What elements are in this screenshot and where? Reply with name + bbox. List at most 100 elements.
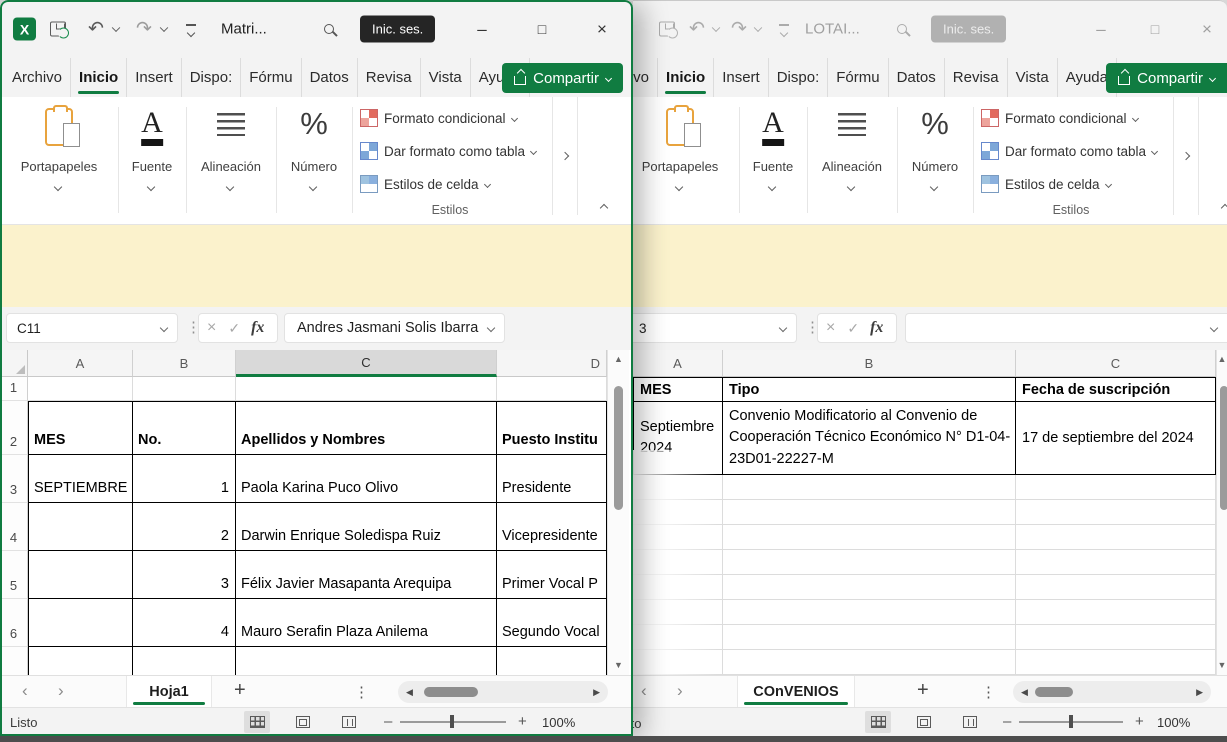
name-box-chevron-icon[interactable]: [160, 324, 168, 332]
quick-access-toolbar-icon[interactable]: [779, 24, 789, 34]
enter-icon[interactable]: ✓: [228, 320, 240, 337]
cell-mes-value[interactable]: Septiembre 2024: [633, 402, 723, 475]
cell-b4[interactable]: 2: [133, 503, 236, 551]
row-header-4[interactable]: 4: [0, 503, 28, 551]
cell-b2[interactable]: No.: [133, 401, 236, 455]
redo-chevron-icon[interactable]: [160, 24, 168, 32]
conditional-formatting-button[interactable]: Formato condicional: [360, 103, 542, 133]
group-portapapeles[interactable]: Portapapeles: [633, 97, 739, 225]
conditional-formatting-button[interactable]: Formato condicional: [981, 103, 1163, 133]
enter-icon[interactable]: ✓: [847, 320, 859, 337]
cell-b3[interactable]: 1: [133, 455, 236, 503]
group-alineacion[interactable]: Alineación: [807, 97, 897, 225]
cell-c6[interactable]: Mauro Serafin Plaza Anilema: [236, 599, 497, 647]
page-layout-view-button[interactable]: [290, 711, 316, 733]
cell-a2[interactable]: MES: [28, 401, 133, 455]
tab-vista[interactable]: Vista: [421, 58, 471, 97]
close-button[interactable]: ×: [1191, 21, 1223, 38]
cell-a1[interactable]: [28, 377, 133, 401]
normal-view-button[interactable]: [244, 711, 270, 733]
quick-access-toolbar-icon[interactable]: [186, 24, 196, 34]
sheet-tab-hoja1[interactable]: Hoja1: [126, 676, 212, 707]
chevron-down-icon[interactable]: [147, 183, 155, 191]
vertical-scrollbar[interactable]: ▲ ▼: [607, 350, 629, 675]
cell-a3[interactable]: SEPTIEMBRE: [28, 455, 133, 503]
sheet-next-icon[interactable]: ›: [677, 681, 683, 701]
undo-chevron-icon[interactable]: [112, 24, 120, 32]
cell-a6[interactable]: [28, 599, 133, 647]
column-header-b[interactable]: B: [133, 350, 236, 377]
vertical-scrollbar[interactable]: ▲ ▼: [1216, 350, 1227, 675]
group-numero[interactable]: % Número: [276, 97, 352, 225]
hscroll-right-icon[interactable]: ▶: [1196, 687, 1203, 698]
hscroll-left-icon[interactable]: ◀: [406, 687, 413, 698]
sheet-next-icon[interactable]: ›: [58, 681, 64, 701]
redo-chevron-icon[interactable]: [754, 24, 762, 32]
group-numero[interactable]: % Número: [897, 97, 973, 225]
zoom-level[interactable]: 100%: [542, 715, 575, 730]
cell-c7[interactable]: [236, 647, 497, 675]
cell-tipo-header[interactable]: Tipo: [723, 377, 1016, 402]
undo-icon[interactable]: ↶: [88, 20, 104, 39]
cell-fecha-header[interactable]: Fecha de suscripción: [1016, 377, 1216, 402]
group-fuente[interactable]: A Fuente: [739, 97, 807, 225]
cell-styles-button[interactable]: Estilos de celda: [981, 169, 1163, 199]
cell-mes-header[interactable]: MES: [633, 377, 723, 402]
zoom-level[interactable]: 100%: [1157, 715, 1190, 730]
cell-b5[interactable]: 3: [133, 551, 236, 599]
cell-d5[interactable]: Primer Vocal P: [497, 551, 607, 599]
hscroll-left-icon[interactable]: ◀: [1021, 687, 1028, 698]
hscroll-right-icon[interactable]: ▶: [593, 687, 600, 698]
name-box-chevron-icon[interactable]: [779, 324, 787, 332]
insert-function-icon[interactable]: fx: [870, 319, 883, 337]
share-button[interactable]: Compartir: [502, 63, 623, 93]
cell-c4[interactable]: Darwin Enrique Soledispa Ruiz: [236, 503, 497, 551]
chevron-down-icon[interactable]: [930, 183, 938, 191]
minimize-button[interactable]: –: [1085, 21, 1117, 38]
save-icon[interactable]: [659, 22, 675, 37]
cell-c2[interactable]: Apellidos y Nombres: [236, 401, 497, 455]
cell-d3[interactable]: Presidente: [497, 455, 607, 503]
close-button[interactable]: ×: [586, 21, 618, 38]
zoom-out-button[interactable]: –: [384, 714, 392, 729]
page-break-view-button[interactable]: [336, 711, 362, 733]
ribbon-collapse-button[interactable]: [1215, 199, 1227, 217]
format-as-table-button[interactable]: Dar formato como tabla: [360, 136, 542, 166]
vscroll-down-icon[interactable]: ▼: [1217, 661, 1227, 670]
redo-icon[interactable]: ↷: [731, 20, 747, 39]
tab-datos[interactable]: Datos: [302, 58, 358, 97]
row-header-3[interactable]: 3: [0, 455, 28, 503]
zoom-slider-handle[interactable]: [1069, 715, 1073, 728]
cell-b1[interactable]: [133, 377, 236, 401]
page-break-view-button[interactable]: [957, 711, 983, 733]
chevron-down-icon[interactable]: [675, 183, 683, 191]
share-button[interactable]: Compartir: [1106, 63, 1227, 93]
redo-icon[interactable]: ↷: [136, 20, 152, 39]
tab-vista[interactable]: Vista: [1008, 58, 1058, 97]
undo-icon[interactable]: ↶: [689, 20, 705, 39]
row-header-6[interactable]: 6: [0, 599, 28, 647]
name-box[interactable]: 3: [633, 313, 797, 343]
vscroll-thumb[interactable]: [614, 386, 623, 510]
name-box[interactable]: C11: [6, 313, 178, 343]
maximize-button[interactable]: □: [1139, 22, 1171, 36]
zoom-in-button[interactable]: +: [518, 714, 527, 729]
undo-chevron-icon[interactable]: [712, 24, 720, 32]
insert-function-icon[interactable]: fx: [251, 319, 264, 337]
group-portapapeles[interactable]: Portapapeles: [0, 97, 118, 225]
cell-d7[interactable]: [497, 647, 607, 675]
column-header-c[interactable]: C: [236, 350, 497, 377]
tab-datos[interactable]: Datos: [889, 58, 945, 97]
signin-titlebar-button[interactable]: Inic. ses.: [360, 16, 435, 43]
search-icon[interactable]: [897, 24, 907, 34]
cancel-icon[interactable]: ×: [207, 319, 216, 337]
save-icon[interactable]: [50, 22, 66, 37]
group-alineacion[interactable]: Alineación: [186, 97, 276, 225]
formula-input[interactable]: [905, 313, 1227, 343]
chevron-down-icon[interactable]: [226, 183, 234, 191]
empty-grid-rows[interactable]: [633, 475, 1216, 675]
zoom-in-button[interactable]: +: [1135, 714, 1144, 729]
formula-input[interactable]: Andres Jasmani Solis Ibarra: [284, 313, 505, 343]
sheet-prev-icon[interactable]: ‹: [641, 681, 647, 701]
cell-styles-button[interactable]: Estilos de celda: [360, 169, 542, 199]
